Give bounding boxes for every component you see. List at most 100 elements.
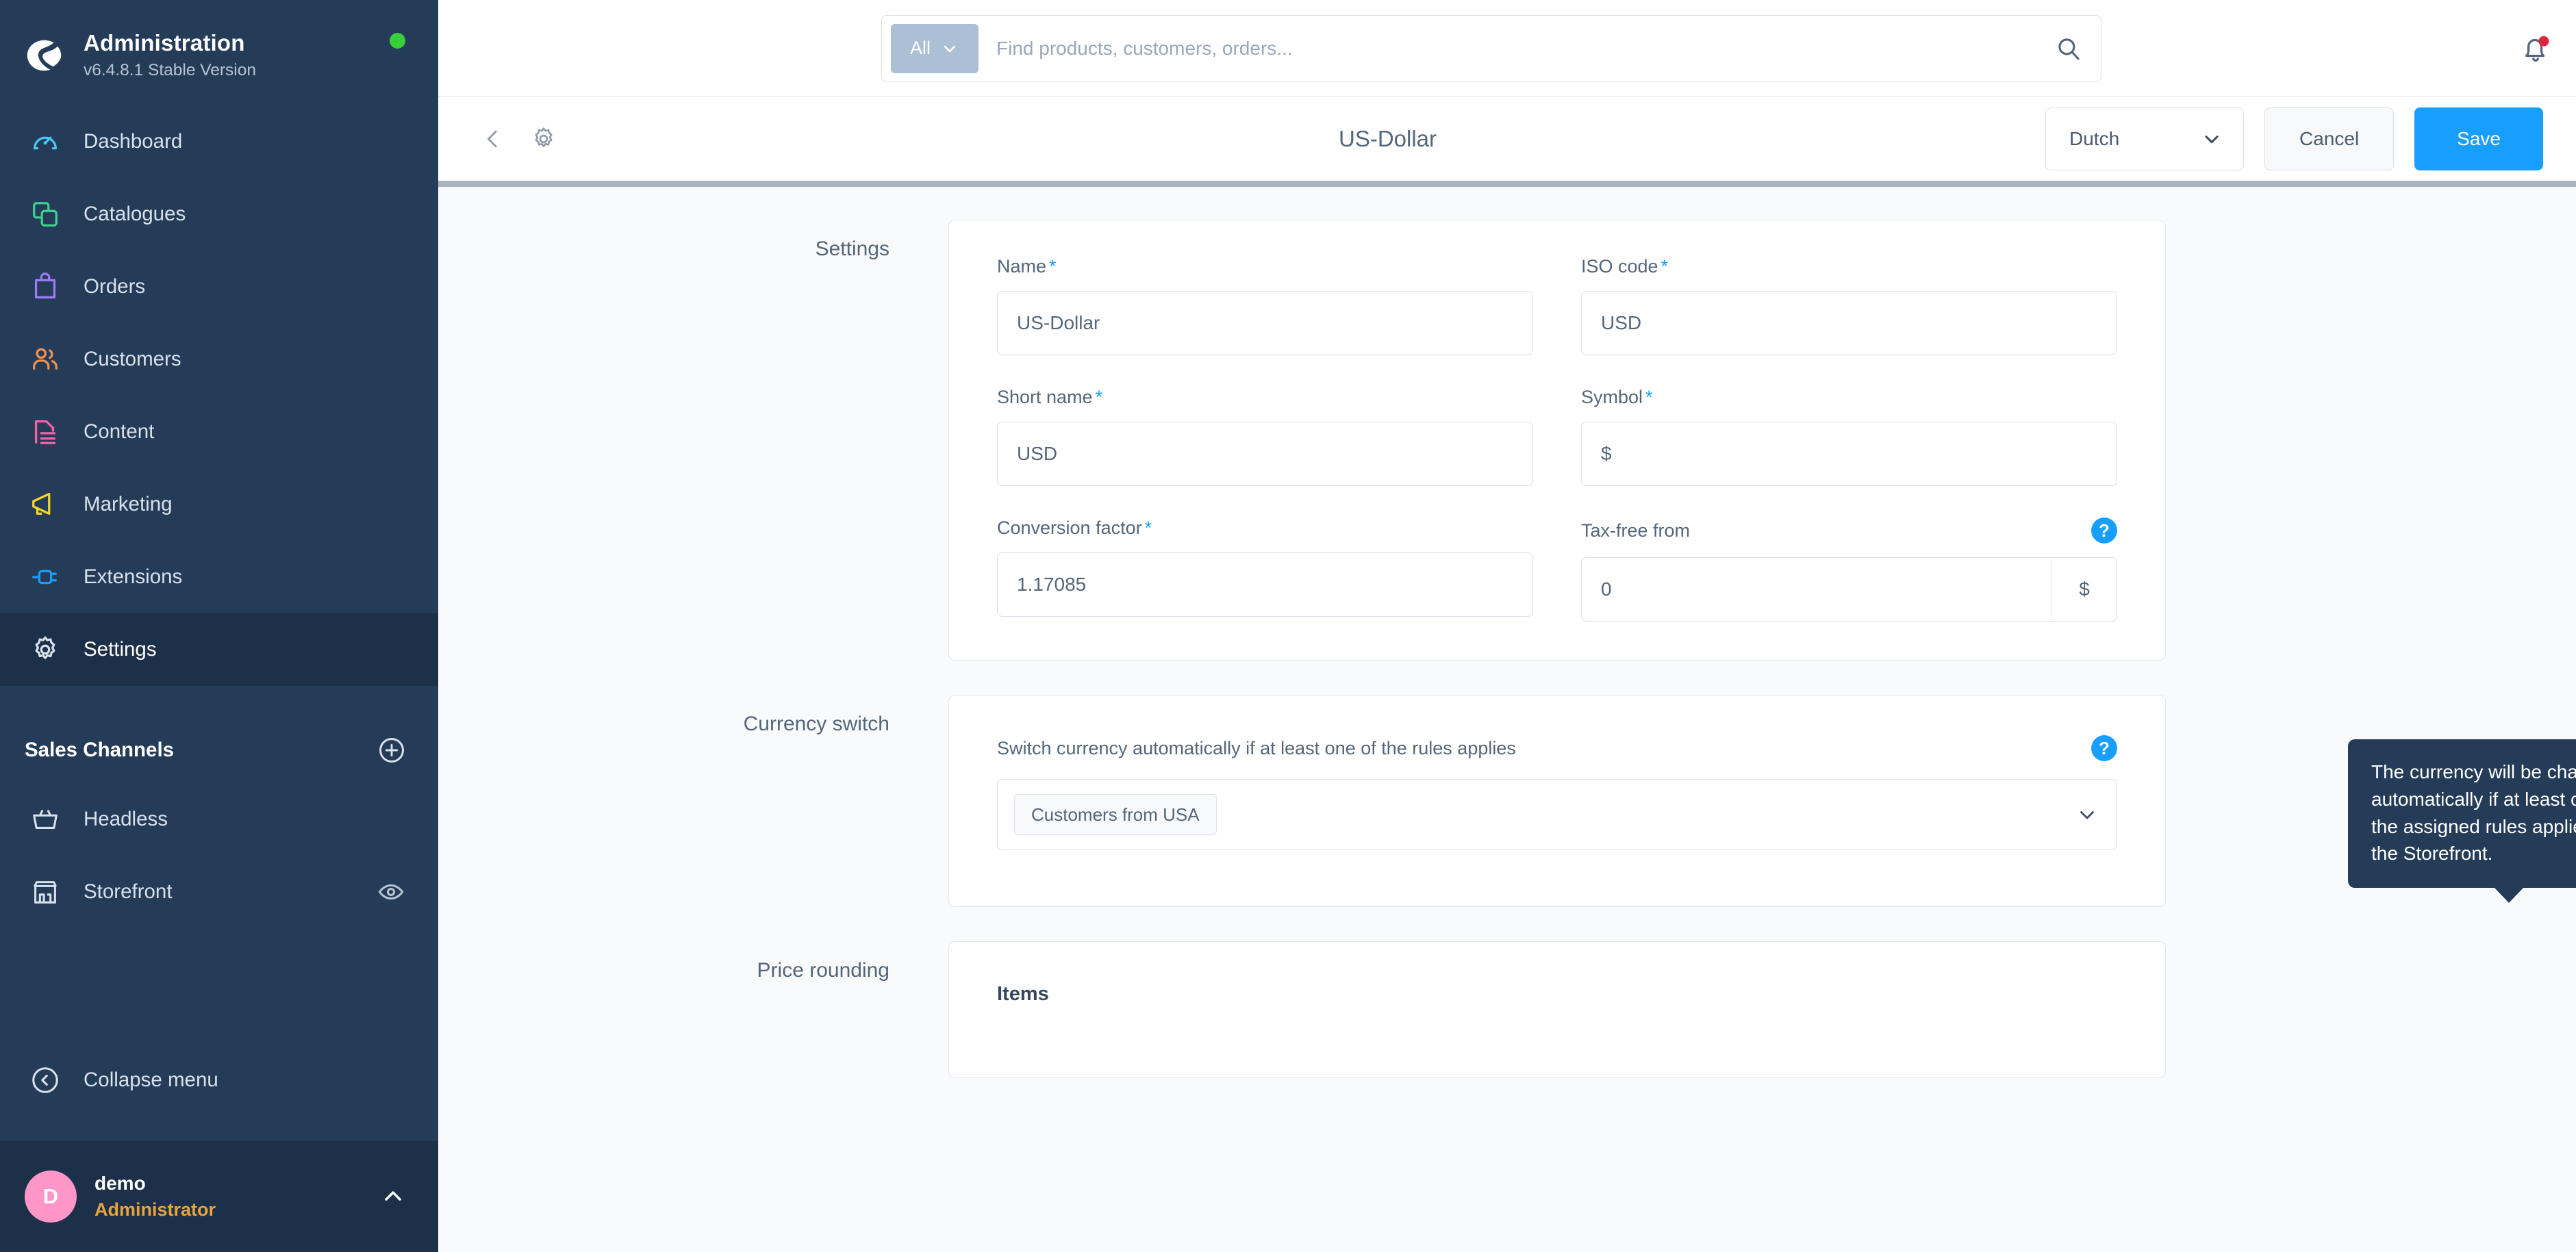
- sidebar-item-label: Storefront: [84, 880, 173, 904]
- sidebar-item-label: Marketing: [84, 493, 173, 516]
- sidebar-section-title: Sales Channels: [25, 739, 175, 761]
- user-name: demo: [94, 1173, 146, 1194]
- required-marker: *: [1049, 256, 1057, 277]
- topbar: All: [438, 0, 2576, 97]
- sidebar-nav: Dashboard Catalogues Orders Customers Co…: [0, 90, 438, 686]
- rule-chip[interactable]: Customers from USA: [1014, 794, 1217, 835]
- sidebar-item-dashboard[interactable]: Dashboard: [0, 105, 438, 178]
- chevron-down-icon: [940, 39, 959, 58]
- document-icon: [25, 411, 66, 452]
- global-search: All: [881, 14, 2101, 82]
- megaphone-icon: [25, 484, 66, 525]
- sidebar-item-label: Settings: [84, 638, 157, 661]
- section-currency-switch: Currency switch Switch currency automati…: [438, 695, 2576, 907]
- avatar: D: [25, 1171, 77, 1223]
- search-icon[interactable]: [2045, 34, 2093, 63]
- bell-icon[interactable]: [2518, 31, 2553, 66]
- sidebar-collapse-menu[interactable]: Collapse menu: [0, 1044, 438, 1116]
- sidebar-sales-channels-header: Sales Channels: [0, 717, 438, 783]
- name-input[interactable]: [997, 291, 1533, 355]
- main-content: All Find products, customers, orders... …: [438, 0, 2576, 1252]
- sidebar-brand-title: Administration: [84, 29, 245, 55]
- field-symbol: Symbol *: [1581, 387, 2117, 486]
- field-iso-code: ISO code *: [1581, 256, 2117, 355]
- shopware-logo-icon: [23, 34, 66, 77]
- language-select-value: Dutch: [2069, 128, 2120, 149]
- field-label-tax-free-from: Tax-free from: [1581, 520, 1691, 541]
- field-label-conversion-factor: Conversion factor *: [997, 518, 1152, 538]
- sidebar-item-catalogues[interactable]: Catalogues: [0, 178, 438, 251]
- price-rounding-card: Items: [948, 941, 2166, 1078]
- sidebar-item-storefront[interactable]: Storefront: [0, 856, 438, 928]
- section-price-rounding: Price rounding Items: [438, 941, 2576, 1078]
- sidebar-user-menu[interactable]: D demo Administrator: [0, 1141, 438, 1252]
- page-body: Settings Name* Short name*: [438, 187, 2576, 1252]
- app-root: Administration v6.4.8.1 Stable Version D…: [0, 0, 2576, 1252]
- section-label-price-rounding: Price rounding: [757, 959, 889, 982]
- sidebar-brand[interactable]: Administration v6.4.8.1 Stable Version: [0, 0, 438, 90]
- user-role: Administrator: [94, 1199, 216, 1220]
- help-circle-icon[interactable]: ?: [2091, 735, 2117, 761]
- cancel-button[interactable]: Cancel: [2264, 107, 2395, 170]
- chevron-down-icon: [2201, 128, 2223, 150]
- field-label-name: Name *: [997, 256, 1057, 277]
- settings-card: Name* Short name* Conversion factor*: [948, 220, 2166, 661]
- chevron-down-icon[interactable]: [2075, 803, 2099, 826]
- gear-icon: [25, 629, 66, 670]
- field-label-short-name: Short name *: [997, 387, 1103, 407]
- users-icon: [25, 339, 66, 380]
- online-status-dot: [390, 33, 405, 49]
- currency-switch-rules-select[interactable]: Customers from USA: [997, 779, 2117, 850]
- section-label-settings: Settings: [815, 238, 889, 260]
- section-label-currency-switch: Currency switch: [743, 713, 889, 735]
- field-conversion-factor: Conversion factor *: [997, 518, 1533, 617]
- field-name: Name *: [997, 256, 1533, 355]
- save-button[interactable]: Save: [2414, 107, 2543, 170]
- tooltip-currency-switch: The currency will be changed automatical…: [2348, 739, 2576, 903]
- tooltip-text: The currency will be changed automatical…: [2371, 761, 2576, 865]
- required-marker: *: [1645, 387, 1653, 407]
- tax-free-currency-suffix: $: [2051, 557, 2117, 622]
- chevron-up-icon[interactable]: [379, 1183, 407, 1210]
- bag-icon: [25, 266, 66, 307]
- header-divider: [438, 181, 2576, 187]
- eye-icon[interactable]: [377, 878, 405, 906]
- help-circle-icon[interactable]: ?: [2091, 518, 2117, 544]
- basket-icon: [25, 799, 66, 840]
- page-title: US-Dollar: [1339, 126, 1437, 151]
- plug-icon: [25, 557, 66, 598]
- symbol-input[interactable]: [1581, 422, 2117, 486]
- field-short-name: Short name *: [997, 387, 1533, 486]
- search-scope-selector[interactable]: All: [891, 23, 978, 73]
- search-scope-label: All: [909, 38, 931, 58]
- sidebar-item-label: Dashboard: [84, 130, 183, 153]
- sidebar-item-label: Customers: [84, 348, 181, 371]
- search-input[interactable]: [978, 37, 2045, 60]
- field-tax-free-from: Tax-free from ? $: [1581, 518, 2117, 622]
- sidebar-item-headless[interactable]: Headless: [0, 783, 438, 856]
- sidebar-item-label: Extensions: [84, 565, 183, 589]
- sidebar-collapse-label: Collapse menu: [84, 1069, 218, 1092]
- plus-circle-icon[interactable]: [377, 735, 407, 765]
- sidebar-item-extensions[interactable]: Extensions: [0, 541, 438, 613]
- chevron-left-icon[interactable]: [478, 124, 508, 154]
- iso-code-input[interactable]: [1581, 291, 2117, 355]
- sidebar-item-label: Catalogues: [84, 203, 186, 226]
- gauge-icon: [25, 121, 66, 162]
- short-name-input[interactable]: [997, 422, 1533, 486]
- sidebar-brand-version: v6.4.8.1 Stable Version: [84, 61, 256, 80]
- sidebar-item-content[interactable]: Content: [0, 396, 438, 468]
- sidebar-item-marketing[interactable]: Marketing: [0, 468, 438, 541]
- storefront-icon: [25, 871, 66, 912]
- sidebar-item-settings[interactable]: Settings: [0, 613, 438, 686]
- price-rounding-items-title: Items: [997, 983, 1049, 1005]
- sidebar-item-label: Orders: [84, 275, 146, 298]
- sidebar-item-orders[interactable]: Orders: [0, 251, 438, 323]
- sidebar-item-customers[interactable]: Customers: [0, 323, 438, 396]
- language-select[interactable]: Dutch: [2045, 107, 2244, 170]
- gear-icon[interactable]: [529, 124, 559, 154]
- conversion-factor-input[interactable]: [997, 552, 1533, 617]
- tax-free-from-input[interactable]: [1581, 557, 2051, 622]
- required-marker: *: [1144, 518, 1152, 538]
